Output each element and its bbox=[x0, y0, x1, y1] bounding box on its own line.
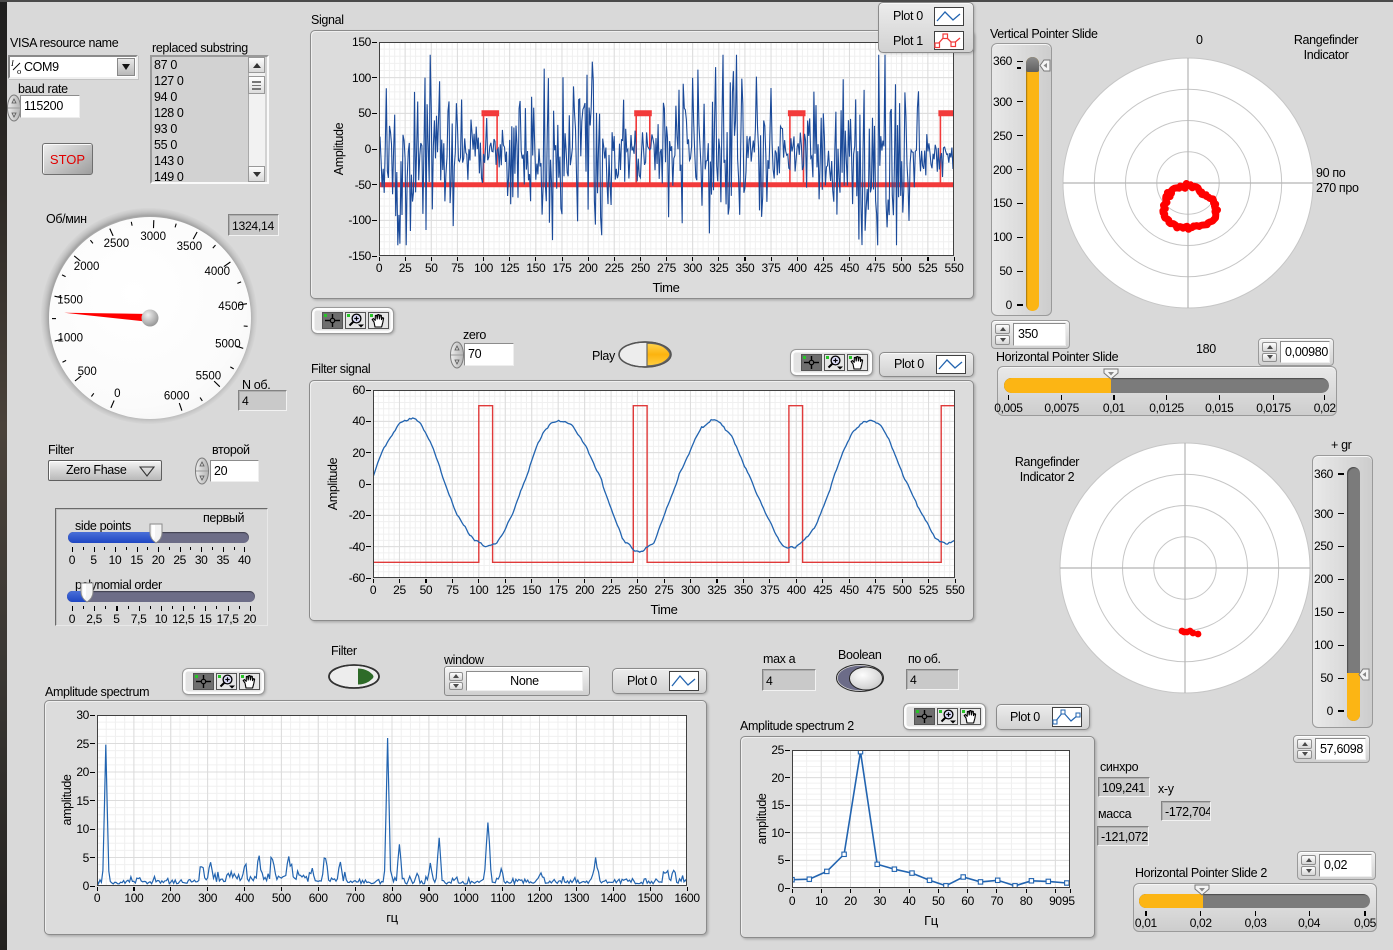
svg-text:5000: 5000 bbox=[215, 339, 241, 351]
svg-text:5500: 5500 bbox=[196, 371, 222, 383]
svg-text:2500: 2500 bbox=[104, 238, 130, 250]
svg-text:500: 500 bbox=[78, 366, 97, 378]
svg-text:1500: 1500 bbox=[57, 295, 83, 307]
svg-text:3000: 3000 bbox=[140, 231, 166, 243]
svg-text:0: 0 bbox=[114, 388, 120, 400]
svg-text:3500: 3500 bbox=[177, 241, 203, 253]
svg-text:6000: 6000 bbox=[164, 391, 190, 403]
svg-text:1000: 1000 bbox=[58, 332, 84, 344]
svg-text:2000: 2000 bbox=[74, 261, 100, 273]
svg-text:o: o bbox=[17, 66, 21, 76]
svg-text:4000: 4000 bbox=[205, 266, 231, 278]
svg-text:4500: 4500 bbox=[218, 301, 244, 313]
